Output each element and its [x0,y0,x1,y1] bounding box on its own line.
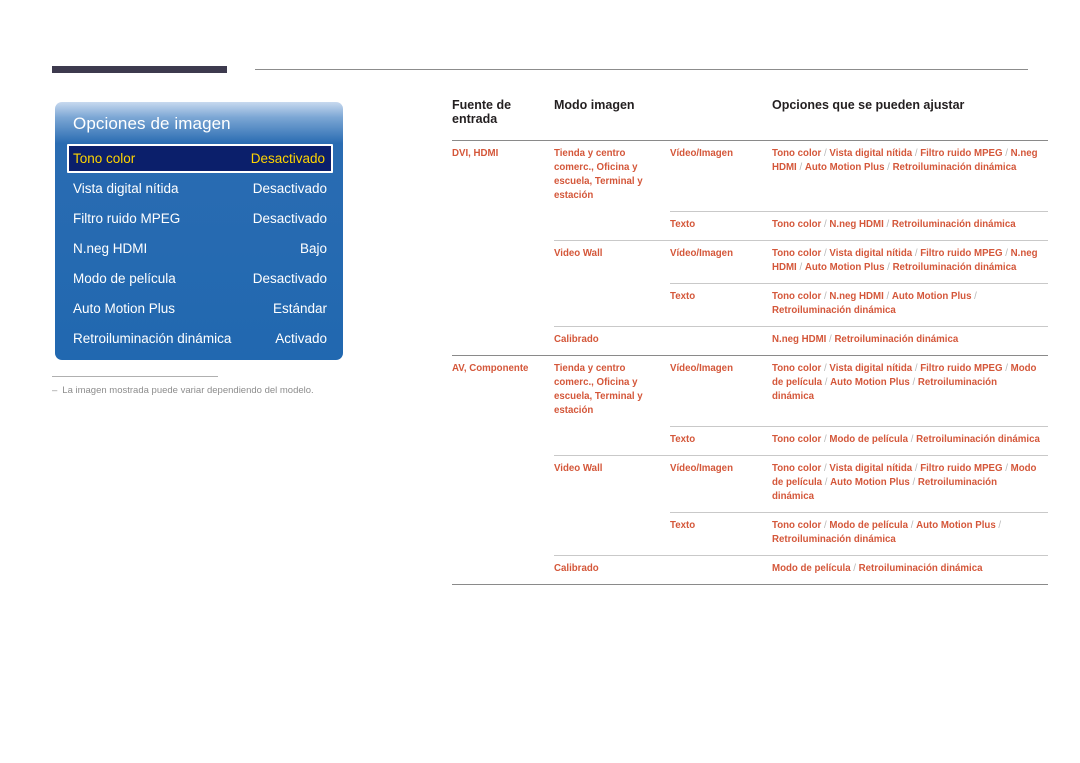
osd-menu-item[interactable]: Auto Motion Plus Estándar [55,293,343,323]
picture-options-panel: Opciones de imagen Tono color Desactivado… [55,102,343,360]
cell-content-type [670,326,772,356]
cell-picture-mode [554,513,670,556]
cell-input-source [452,426,554,455]
cell-input-source [452,240,554,283]
osd-item-label: Modo de película [73,270,176,286]
table-row: Texto Tono color / N.neg HDMI / Auto Moti… [452,282,1048,327]
osd-item-label: Vista digital nítida [73,180,179,196]
osd-item-value: Estándar [272,300,327,316]
cell-picture-mode: Calibrado [554,326,670,356]
cell-content-type [670,555,772,585]
cell-picture-mode [554,283,670,326]
osd-menu-item[interactable]: Tono color Desactivado [67,144,333,173]
cell-input-source [452,283,554,326]
table-row: Video Wall Vídeo/Imagen Tono color / Vista… [452,239,1048,284]
cell-picture-mode [554,211,670,240]
table-bottom-rule [452,584,1048,586]
osd-item-value: Bajo [299,240,327,256]
adjustable-options-table-wrap: Fuente de entrada Modo imagen Opciones q… [452,98,1048,586]
cell-input-source [452,327,554,356]
osd-item-value: Desactivado [252,210,327,226]
osd-item-value: Desactivado [250,151,325,166]
cell-picture-mode: Calibrado [554,555,670,585]
footnote: – La imagen mostrada puede variar dependi… [52,385,472,396]
table-head: Fuente de entrada Modo imagen Opciones q… [452,98,1048,141]
osd-menu-item[interactable]: Vista digital nítida Desactivado [55,173,343,203]
table-body: DVI, HDMI Tienda y centro comerc., Oficin… [452,140,1048,586]
osd-menu-item[interactable]: N.neg HDMI Bajo [55,233,343,263]
osd-menu-item[interactable]: Retroiluminación dinámica Activado [55,323,343,353]
cell-adjustable-options: Modo de película / Retroiluminación diná… [772,555,1048,585]
header-picture-mode: Modo imagen [554,98,635,112]
osd-item-label: Auto Motion Plus [73,300,176,316]
cell-input-source: AV, Componente [452,355,554,427]
cell-content-type: Vídeo/Imagen [670,140,772,212]
osd-item-label: Filtro ruido MPEG [73,210,181,226]
cell-adjustable-options: Tono color / Vista digital nítida / Filt… [772,140,1048,212]
cell-content-type: Vídeo/Imagen [670,355,772,427]
cell-content-type: Texto [670,512,772,556]
table-row: Calibrado Modo de película / Retroilumina… [452,555,1048,585]
cell-adjustable-options: Tono color / Vista digital nítida / Filt… [772,239,1048,284]
cell-picture-mode: Tienda y centro comerc., Oficina y escue… [554,140,670,212]
cell-input-source [452,513,554,556]
cell-content-type: Texto [670,282,772,327]
cell-adjustable-options: Tono color / Vista digital nítida / Filt… [772,454,1048,513]
table-row: Texto Tono color / N.neg HDMI / Retroilum… [452,210,1048,241]
cell-input-source [452,211,554,240]
page-accent-bar [52,66,227,73]
table-row: Texto Tono color / Modo de película / Ret… [452,425,1048,456]
table-row: AV, Componente Tienda y centro comerc., O… [452,355,1048,427]
osd-item-label: N.neg HDMI [73,240,148,256]
osd-menu-item[interactable]: Modo de película Desactivado [55,263,343,293]
cell-content-type: Texto [670,425,772,456]
cell-picture-mode: Video Wall [554,239,670,284]
osd-menu-list: Tono color Desactivado Vista digital nítid… [55,144,343,353]
table-row: DVI, HDMI Tienda y centro comerc., Oficin… [452,140,1048,212]
panel-title: Opciones de imagen [73,114,231,133]
osd-item-label: Retroiluminación dinámica [73,330,232,346]
page-header-rule [255,69,1028,70]
cell-adjustable-options: Tono color / Modo de película / Retroilu… [772,425,1048,456]
cell-input-source: DVI, HDMI [452,140,554,212]
adjustable-options-table: Fuente de entrada Modo imagen Opciones q… [452,98,1048,586]
cell-adjustable-options: Tono color / Vista digital nítida / Filt… [772,355,1048,427]
cell-content-type: Vídeo/Imagen [670,454,772,513]
table-row: Calibrado N.neg HDMI / Retroiluminación d… [452,326,1048,356]
cell-input-source [452,556,554,585]
osd-menu-item[interactable]: Filtro ruido MPEG Desactivado [55,203,343,233]
cell-content-type: Vídeo/Imagen [670,239,772,284]
cell-adjustable-options: Tono color / N.neg HDMI / Auto Motion Pl… [772,282,1048,327]
cell-adjustable-options: Tono color / N.neg HDMI / Retroiluminaci… [772,210,1048,241]
footnote-dash: – [52,385,58,396]
header-input-source: Fuente de entrada [452,98,512,126]
cell-adjustable-options: N.neg HDMI / Retroiluminación dinámica [772,326,1048,356]
cell-content-type: Texto [670,210,772,241]
cell-picture-mode: Tienda y centro comerc., Oficina y escue… [554,355,670,427]
osd-item-value: Desactivado [252,180,327,196]
osd-item-value: Activado [275,330,327,346]
table-header-row: Fuente de entrada Modo imagen Opciones q… [452,98,1048,141]
header-adjustable-options: Opciones que se pueden ajustar [772,98,965,112]
table-row: Video Wall Vídeo/Imagen Tono color / Vista… [452,454,1048,513]
cell-input-source [452,455,554,512]
table-bottom-rule-cell [452,584,1048,586]
footnote-text: La imagen mostrada puede variar dependie… [62,385,314,396]
cell-picture-mode: Video Wall [554,454,670,513]
header-subtype [670,98,772,141]
table-row: Texto Tono color / Modo de película / Aut… [452,512,1048,556]
osd-item-label: Tono color [73,151,136,166]
cell-adjustable-options: Tono color / Modo de película / Auto Mot… [772,512,1048,556]
osd-item-value: Desactivado [252,270,327,286]
footnote-rule [52,376,218,377]
cell-picture-mode [554,426,670,455]
